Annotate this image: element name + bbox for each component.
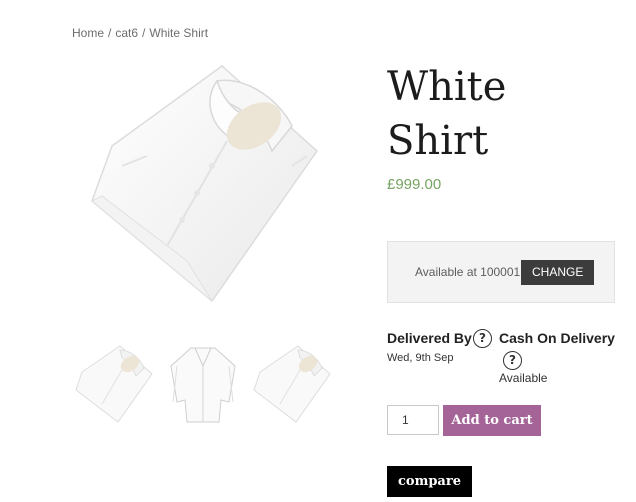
product-thumbnails [72, 342, 334, 426]
breadcrumb: Home / cat6/White Shirt [72, 26, 208, 40]
thumbnail-folded-shirt[interactable] [72, 342, 156, 426]
add-to-cart-button[interactable]: Add to cart [443, 405, 541, 436]
change-pincode-button[interactable]: CHANGE [521, 260, 595, 285]
cod-status: Available [499, 371, 548, 385]
breadcrumb-home-link[interactable]: Home [72, 26, 104, 40]
delivery-date: Wed, 9th Sep [387, 352, 454, 364]
folded-shirt-image [91, 65, 318, 303]
availability-text: Available at 100001 [415, 265, 521, 279]
folded-shirt-icon [75, 345, 153, 423]
product-price: £999.00 [387, 176, 442, 193]
availability-box: Available at 100001 CHANGE [387, 241, 615, 303]
cash-on-delivery-title: Cash On Delivery [499, 330, 615, 346]
breadcrumb-current: White Shirt [149, 26, 209, 40]
breadcrumb-separator: / [142, 26, 146, 40]
quantity-input[interactable] [387, 405, 439, 435]
delivery-help-icon[interactable]: ? [473, 329, 492, 348]
delivered-by-title: Delivered By [387, 330, 472, 346]
breadcrumb-separator: / [108, 26, 112, 40]
compare-button[interactable]: compare [387, 466, 472, 497]
breadcrumb-category-link[interactable]: cat6 [115, 26, 138, 40]
thumbnail-folded-shirt-alt[interactable] [250, 342, 334, 426]
product-main-image[interactable] [72, 56, 334, 318]
open-shirt-icon [170, 347, 236, 423]
thumbnail-open-shirt[interactable] [161, 342, 245, 426]
cod-help-icon[interactable]: ? [503, 351, 522, 370]
folded-shirt-icon [253, 345, 331, 423]
product-title: White Shirt [387, 64, 507, 164]
